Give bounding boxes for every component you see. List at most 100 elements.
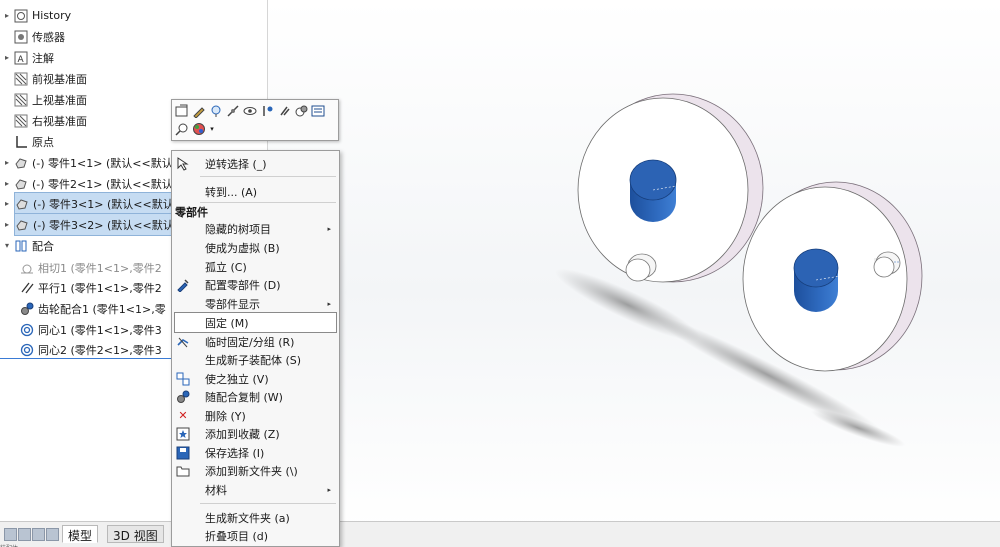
menu-item-goto[interactable]: 转到... (A) xyxy=(172,182,339,201)
tree-item-gear-mate1[interactable]: 齿轮配合1 (零件1<1>,零 xyxy=(20,298,166,319)
last-tab-button[interactable] xyxy=(46,528,59,541)
first-tab-button[interactable] xyxy=(4,528,17,541)
open-part-icon[interactable] xyxy=(175,104,189,118)
tree-item-part2[interactable]: ▸ (-) 零件2<1> (默认<<默认 xyxy=(0,173,173,194)
expand-arrow-icon[interactable]: ▸ xyxy=(0,11,14,20)
tree-item-label: 齿轮配合1 (零件1<1>,零 xyxy=(38,302,166,316)
menu-item-label: 保存选择 (I) xyxy=(205,446,265,460)
tab-model[interactable]: 模型 xyxy=(62,525,99,543)
edit-part-icon[interactable] xyxy=(192,104,206,118)
submenu-arrow-icon: ▸ xyxy=(327,224,331,233)
menu-item-add-to-favorites[interactable]: 添加到收藏 (Z) xyxy=(172,424,339,443)
menu-item-fix[interactable]: 固定 (M) xyxy=(174,312,337,333)
menu-item-make-independent[interactable]: 使之独立 (V) xyxy=(172,369,339,388)
tree-item-right-plane[interactable]: 右视基准面 xyxy=(0,110,87,131)
menu-item-save-selection[interactable]: 保存选择 (I) xyxy=(172,443,339,462)
menu-item-isolate[interactable]: 孤立 (C) xyxy=(172,257,339,276)
tree-item-parallel1[interactable]: 平行1 (零件1<1>,零件2 xyxy=(20,277,162,298)
tree-item-top-plane[interactable]: 上视基准面 xyxy=(0,89,87,110)
expand-arrow-icon[interactable]: ▸ xyxy=(0,158,14,167)
assembly-scene[interactable] xyxy=(268,0,1000,530)
tree-item-annotations[interactable]: ▸ A 注解 xyxy=(0,47,54,68)
gear-1[interactable] xyxy=(577,93,764,283)
tree-item-part3-1-arrow[interactable]: ▸ xyxy=(0,193,14,214)
gear-mate-icon xyxy=(20,302,34,316)
gear-2-hub[interactable] xyxy=(793,248,841,312)
make-independent-icon xyxy=(176,372,190,386)
collapse-arrow-icon[interactable]: ▾ xyxy=(0,241,14,250)
appearance-dropdown-icon[interactable]: ▾ xyxy=(208,122,216,136)
tree-item-mates[interactable]: ▾ 配合 xyxy=(0,235,54,256)
menu-item-collapse-items[interactable]: 折叠项目 (d) xyxy=(172,526,339,545)
menu-item-label: 使成为虚拟 (B) xyxy=(205,241,280,255)
tree-item-history[interactable]: ▸ History xyxy=(0,5,71,26)
menu-item-hidden-tree-items[interactable]: 隐藏的树项目 ▸ xyxy=(172,219,339,238)
menu-item-label: 随配合复制 (W) xyxy=(205,390,283,404)
menu-item-label: 隐藏的树项目 xyxy=(205,222,271,236)
part-icon xyxy=(14,177,28,191)
svg-text:A: A xyxy=(18,55,25,65)
tree-item-part3-2[interactable]: (-) 零件3<2> (默认<<默认 xyxy=(14,213,176,236)
tree-item-label: 同心1 (零件1<1>,零件3 xyxy=(38,323,162,337)
gear-1-hub[interactable] xyxy=(629,159,677,222)
tree-item-sensors[interactable]: 传感器 xyxy=(0,26,65,47)
menu-item-new-subassembly[interactable]: 生成新子装配体 (S) xyxy=(172,350,339,369)
menu-item-component-display[interactable]: 零部件显示 ▸ xyxy=(172,294,339,313)
menu-item-label: 折叠项目 (d) xyxy=(205,529,269,543)
tree-item-part3-1[interactable]: (-) 零件3<1> (默认<<默认 xyxy=(14,192,176,215)
menu-item-temp-fix-group[interactable]: 临时固定/分组 (R) xyxy=(172,332,339,351)
tree-item-concentric1[interactable]: 同心1 (零件1<1>,零件3 xyxy=(20,319,162,340)
menu-item-label: 配置零部件 (D) xyxy=(205,278,281,292)
hide-icon[interactable] xyxy=(226,104,240,118)
expand-arrow-icon[interactable]: ▸ xyxy=(0,220,14,229)
tree-item-part3-2-arrow[interactable]: ▸ xyxy=(0,214,14,235)
expand-arrow-icon[interactable]: ▸ xyxy=(0,53,14,62)
plane-icon xyxy=(14,114,28,128)
tree-item-label: (-) 零件3<1> (默认<<默认 xyxy=(33,197,174,211)
tree-item-origin[interactable]: 原点 xyxy=(0,131,54,152)
status-text: 装配体 xyxy=(0,543,70,547)
concentric-mate-icon xyxy=(20,323,34,337)
menu-item-make-virtual[interactable]: 使成为虚拟 (B) xyxy=(172,238,339,257)
appearance-icon[interactable] xyxy=(192,122,206,136)
menu-item-label: 材料 xyxy=(205,483,227,497)
tree-item-label: 平行1 (零件1<1>,零件2 xyxy=(38,281,162,295)
menu-item-new-folder[interactable]: 生成新文件夹 (a) xyxy=(172,508,339,527)
prev-tab-button[interactable] xyxy=(18,528,31,541)
tree-item-label: 相切1 (零件1<1>,零件2 xyxy=(38,261,162,275)
zoom-to-selection-icon[interactable] xyxy=(175,122,189,136)
tree-item-label: 原点 xyxy=(32,135,54,149)
menu-separator xyxy=(200,202,336,203)
tree-item-concentric2[interactable]: 同心2 (零件2<1>,零件3 xyxy=(20,339,162,360)
component-properties-icon[interactable] xyxy=(294,104,308,118)
menu-item-configure-component[interactable]: 配置零部件 (D) xyxy=(172,275,339,294)
tree-item-front-plane[interactable]: 前视基准面 xyxy=(0,68,87,89)
tree-item-part1[interactable]: ▸ (-) 零件1<1> (默认<<默认 xyxy=(0,152,173,173)
part-icon xyxy=(14,156,28,170)
tree-item-tangent1[interactable]: 相切1 (零件1<1>,零件2 xyxy=(20,257,162,278)
copy-with-mates-icon xyxy=(176,390,190,404)
menu-item-label: 孤立 (C) xyxy=(205,260,247,274)
expand-arrow-icon[interactable]: ▸ xyxy=(0,199,14,208)
list-icon[interactable] xyxy=(311,104,325,118)
graphics-viewport[interactable] xyxy=(268,0,1000,530)
sensor-icon xyxy=(14,30,28,44)
parallel-mate-icon xyxy=(20,281,34,295)
tree-item-label: (-) 零件1<1> (默认<<默认 xyxy=(32,156,173,170)
menu-item-add-to-new-folder[interactable]: 添加到新文件夹 (\) xyxy=(172,461,339,480)
menu-item-label: 添加到收藏 (Z) xyxy=(205,427,280,441)
attach-icon[interactable] xyxy=(277,104,291,118)
menu-item-delete[interactable]: ✕ 删除 (Y) xyxy=(172,406,339,425)
menu-item-material[interactable]: 材料 ▸ xyxy=(172,480,339,499)
expand-arrow-icon[interactable]: ▸ xyxy=(0,179,14,188)
tree-item-label: 配合 xyxy=(32,239,54,253)
isolate-icon[interactable] xyxy=(209,104,223,118)
gear-2[interactable] xyxy=(742,181,923,372)
tab-3d-view[interactable]: 3D 视图 xyxy=(107,525,164,543)
menu-item-label: 生成新文件夹 (a) xyxy=(205,511,290,525)
menu-item-copy-with-mates[interactable]: 随配合复制 (W) xyxy=(172,387,339,406)
visibility-icon[interactable] xyxy=(243,104,257,118)
next-tab-button[interactable] xyxy=(32,528,45,541)
rebuild-icon[interactable] xyxy=(260,104,274,118)
menu-item-invert-selection[interactable]: 逆转选择 (_) xyxy=(172,154,339,173)
